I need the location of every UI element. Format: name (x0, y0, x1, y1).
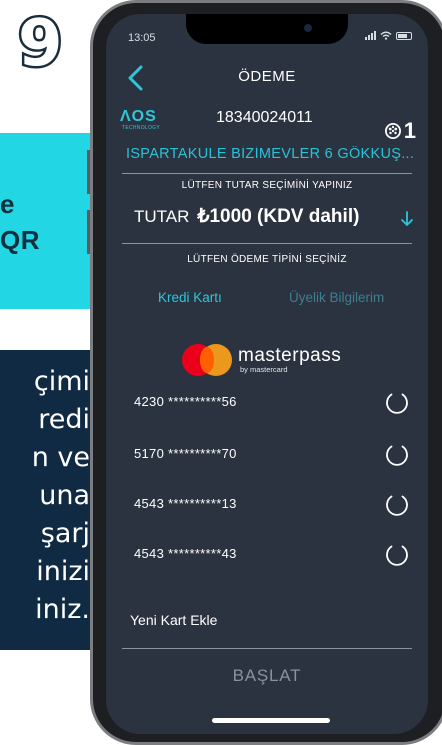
amount-selector[interactable]: TUTAR ₺1000 (KDV dahil) (134, 205, 359, 228)
card-number: 4230 **********56 (134, 394, 237, 409)
status-icons (365, 31, 412, 40)
divider (122, 243, 412, 244)
connector-indicator: 1 (384, 118, 416, 144)
amount-section-label: LÜTFEN TUTAR SEÇİMİNİ YAPINIZ (181, 180, 353, 191)
mastercard-circles-icon (182, 344, 232, 376)
radio-select-icon[interactable] (384, 492, 410, 518)
instruction-text-line: redi (38, 404, 90, 435)
amount-label: TUTAR (134, 207, 190, 226)
connector-number: 1 (403, 118, 416, 143)
radio-select-icon[interactable] (384, 390, 410, 416)
status-time: 13:05 (128, 32, 156, 44)
card-number: 5170 **********70 (134, 446, 237, 461)
masterpass-brand: masterpass (238, 345, 342, 366)
station-id: 18340024011 (216, 109, 313, 126)
masterpass-logo: masterpass by mastercard (182, 344, 341, 376)
instruction-text-line: inizi (36, 556, 90, 587)
instruction-text-line: çimi (33, 366, 90, 397)
instruction-text-line: şarj (40, 518, 90, 549)
card-number: 4543 **********43 (134, 546, 237, 561)
payment-section-label: LÜTFEN ÖDEME TİPİNİ SEÇİNİZ (187, 254, 347, 265)
start-button[interactable]: BAŞLAT (106, 666, 428, 686)
instruction-text-line: iniz. (35, 594, 90, 625)
instruction-panel-cyan: e QR (0, 133, 96, 309)
card-number: 4543 **********13 (134, 496, 237, 511)
tab-credit-card[interactable]: Kredi Kartı (158, 290, 222, 305)
radio-select-icon[interactable] (384, 442, 410, 468)
saved-card-row[interactable]: 4543 **********43 (134, 542, 410, 570)
phone-side-button (87, 150, 90, 194)
divider (122, 648, 412, 649)
arrow-down-icon[interactable] (400, 210, 414, 228)
saved-card-row[interactable]: 4543 **********13 (134, 492, 410, 520)
tab-membership-info[interactable]: Üyelik Bilgilerim (289, 290, 384, 305)
home-indicator[interactable] (212, 718, 330, 723)
masterpass-sub: by mastercard (240, 365, 288, 374)
saved-card-row[interactable]: 5170 **********70 (134, 442, 410, 470)
instruction-panel-navy: çimi redi n ve una şarj inizi iniz. (0, 350, 96, 650)
wifi-icon (380, 31, 392, 40)
phone-screen: 13:05 ÖDEME ΛOS TECHNOLOGY 18340024011 1… (106, 14, 428, 734)
instruction-text-line: n ve (31, 442, 90, 473)
radio-select-icon[interactable] (384, 542, 410, 568)
instruction-text-line: e (0, 189, 15, 219)
battery-icon (396, 31, 412, 40)
phone-side-button (87, 210, 90, 254)
camera-icon (304, 24, 312, 32)
step-number: 9 (18, 7, 63, 81)
saved-card-row[interactable]: 4230 **********56 (134, 390, 410, 418)
page-title: ÖDEME (238, 68, 296, 85)
instruction-text-line: una (39, 480, 90, 511)
phone-notch (186, 14, 348, 44)
connector-icon (384, 123, 401, 139)
add-new-card-button[interactable]: Yeni Kart Ekle (130, 612, 217, 628)
signal-icon (365, 31, 376, 40)
divider (122, 173, 412, 174)
instruction-text-line: QR (0, 225, 40, 255)
aos-logo: ΛOS TECHNOLOGY (120, 108, 161, 132)
station-name: ISPARTAKULE BİZİMEVLER 6 GÖKKUŞ... (126, 146, 415, 162)
amount-value: ₺1000 (KDV dahil) (197, 206, 360, 227)
